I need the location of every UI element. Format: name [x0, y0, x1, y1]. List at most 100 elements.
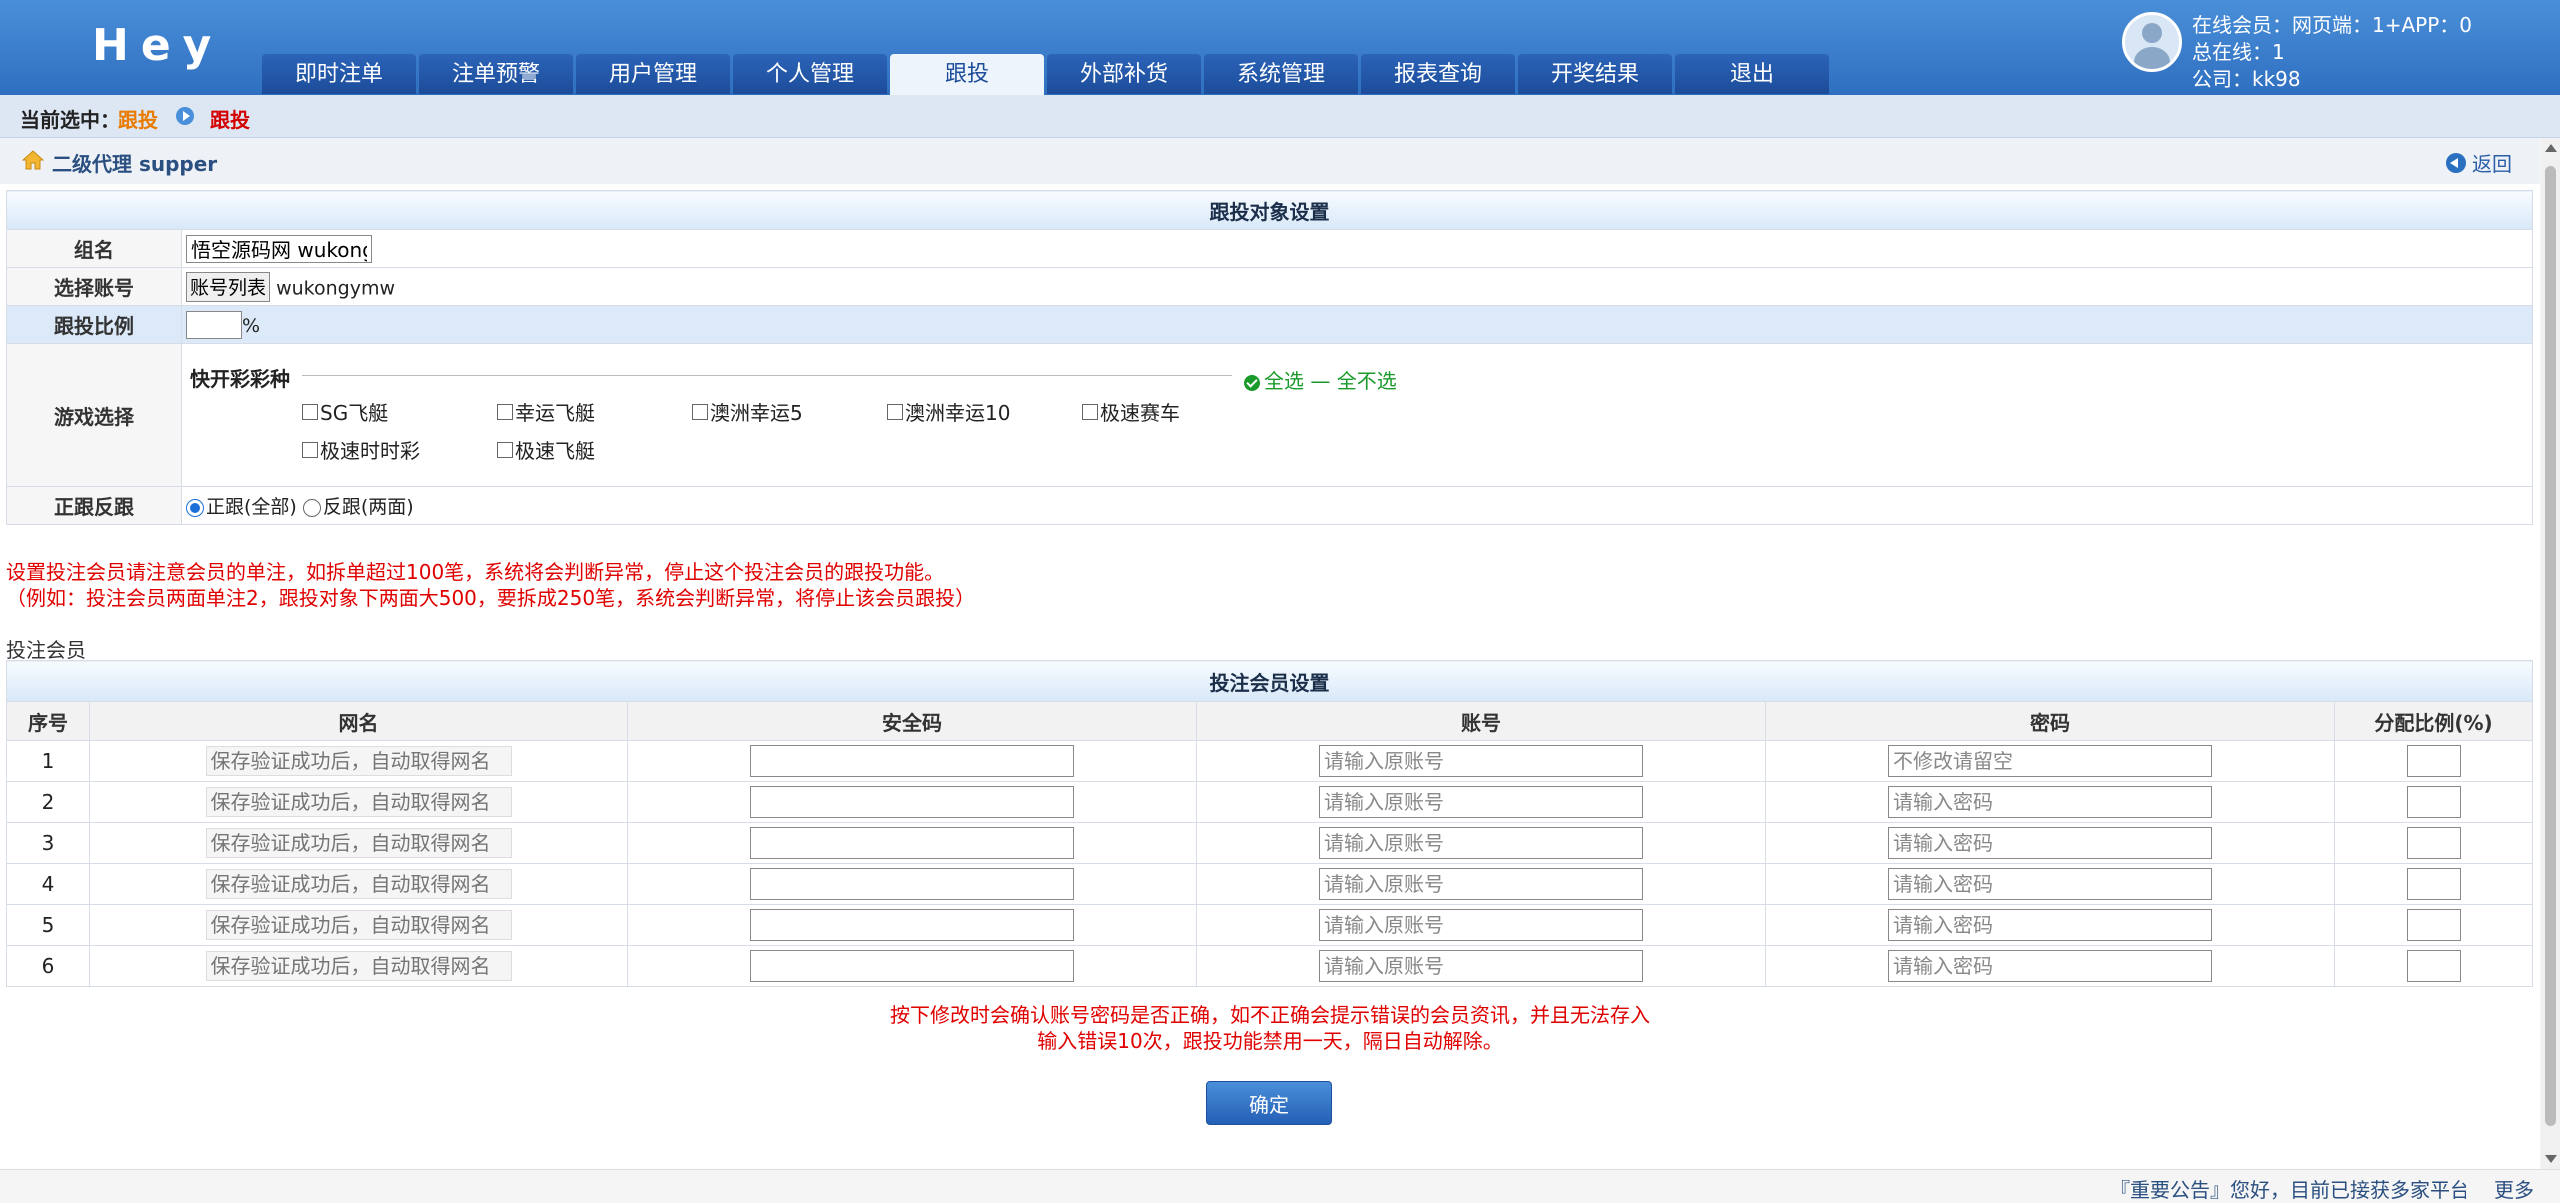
- security-code-input[interactable]: [750, 786, 1074, 818]
- share-ratio-input[interactable]: [2406, 909, 2461, 941]
- tab-user-management[interactable]: 用户管理: [576, 54, 730, 94]
- nickname-field: [205, 951, 512, 981]
- checkbox[interactable]: [692, 403, 708, 420]
- tab-reports[interactable]: 报表查询: [1361, 54, 1515, 94]
- account-input[interactable]: [1319, 950, 1643, 982]
- table-row: 5: [6, 904, 2533, 946]
- table-row: 3: [6, 822, 2533, 864]
- checkbox[interactable]: [302, 403, 318, 420]
- follow-mode-label: 正跟反跟: [6, 486, 182, 525]
- group-name-input[interactable]: [186, 234, 372, 263]
- share-ratio-input[interactable]: [2406, 745, 2461, 777]
- table-row: 1: [6, 740, 2533, 782]
- members-label: 投注会员: [6, 638, 86, 662]
- app-logo: Hey: [92, 20, 224, 71]
- section-header: 跟投对象设置: [6, 190, 2533, 230]
- warning-line-1: 按下修改时会确认账号密码是否正确，如不正确会提示错误的会员资讯，并且无法存入: [890, 1003, 1650, 1027]
- security-code-input[interactable]: [750, 950, 1074, 982]
- online-members: 在线会员：网页端：1+APP：0: [2192, 13, 2473, 37]
- col-header: 网名: [89, 701, 628, 741]
- checkbox[interactable]: [1082, 403, 1098, 420]
- game-option[interactable]: 幸运飞艇: [497, 397, 595, 426]
- password-input[interactable]: [1888, 745, 2212, 777]
- table-row: 4: [6, 863, 2533, 905]
- game-option[interactable]: 极速飞艇: [497, 435, 595, 464]
- account-input[interactable]: [1319, 745, 1643, 777]
- checkbox[interactable]: [497, 441, 513, 458]
- radio-forward[interactable]: [186, 498, 204, 517]
- account-input[interactable]: [1319, 786, 1643, 818]
- checkbox[interactable]: [887, 403, 903, 420]
- account-list-button[interactable]: 账号列表: [186, 271, 271, 302]
- tab-draw-results[interactable]: 开奖结果: [1518, 54, 1672, 94]
- page-title: 二级代理 supper: [52, 152, 218, 176]
- scrollbar-thumb[interactable]: [2545, 166, 2556, 1126]
- tab-system[interactable]: 系统管理: [1204, 54, 1358, 94]
- row-number: 3: [6, 822, 90, 864]
- total-online: 总在线：1: [2192, 40, 2285, 64]
- ratio-input[interactable]: [186, 310, 242, 339]
- share-ratio-input[interactable]: [2406, 950, 2461, 982]
- main-nav: 即时注单 注单预警 用户管理 个人管理 跟投 外部补货 系统管理 报表查询 开奖…: [262, 54, 1832, 96]
- top-header: Hey 即时注单 注单预警 用户管理 个人管理 跟投 外部补货 系统管理 报表查…: [0, 0, 2560, 96]
- divider: [302, 375, 1232, 376]
- back-button[interactable]: 返回: [2446, 148, 2512, 177]
- security-code-input[interactable]: [750, 745, 1074, 777]
- share-ratio-input[interactable]: [2406, 868, 2461, 900]
- security-code-input[interactable]: [750, 827, 1074, 859]
- game-option[interactable]: 极速时时彩: [302, 435, 420, 464]
- account-input[interactable]: [1319, 868, 1643, 900]
- home-icon: [22, 150, 44, 170]
- checkbox[interactable]: [497, 403, 513, 420]
- breadcrumb-item-1[interactable]: 跟投: [118, 104, 158, 133]
- tab-follow-bet[interactable]: 跟投: [890, 54, 1044, 96]
- game-option[interactable]: 澳洲幸运5: [692, 397, 803, 426]
- account-input[interactable]: [1319, 827, 1643, 859]
- breadcrumb-item-2: 跟投: [210, 108, 250, 132]
- password-input[interactable]: [1888, 827, 2212, 859]
- vertical-scrollbar[interactable]: [2541, 138, 2560, 1169]
- row-number: 1: [6, 740, 90, 782]
- account-input[interactable]: [1319, 909, 1643, 941]
- share-ratio-input[interactable]: [2406, 827, 2461, 859]
- tab-external-restock[interactable]: 外部补货: [1047, 54, 1201, 94]
- radio-reverse[interactable]: [302, 498, 321, 517]
- tab-logout[interactable]: 退出: [1675, 54, 1829, 94]
- tab-instant-bets[interactable]: 即时注单: [262, 54, 416, 94]
- page-title-bar: 二级代理 supper 返回: [0, 138, 2540, 184]
- group-name-label: 组名: [6, 229, 182, 268]
- game-section-title: 快开彩彩种: [190, 367, 290, 391]
- col-header: 分配比例(%): [2334, 701, 2533, 741]
- table-row: 6: [6, 945, 2533, 987]
- game-option[interactable]: 极速赛车: [1082, 397, 1180, 426]
- security-code-input[interactable]: [750, 868, 1074, 900]
- chevron-right-icon: [176, 107, 194, 125]
- check-circle-icon: [1244, 374, 1260, 391]
- password-input[interactable]: [1888, 950, 2212, 982]
- password-input[interactable]: [1888, 909, 2212, 941]
- account-value: wukongymw: [276, 277, 395, 299]
- nickname-field: [205, 787, 512, 817]
- members-section-header: 投注会员设置: [6, 660, 2533, 702]
- share-ratio-input[interactable]: [2406, 786, 2461, 818]
- company-name: 公司：kk98: [2192, 67, 2301, 91]
- scroll-down-icon[interactable]: [2545, 1155, 2557, 1163]
- back-arrow-icon: [2446, 152, 2466, 173]
- password-input[interactable]: [1888, 786, 2212, 818]
- game-option[interactable]: 澳洲幸运10: [887, 397, 1010, 426]
- user-info: 在线会员：网页端：1+APP：0 总在线：1 公司：kk98: [2122, 12, 2472, 93]
- security-code-input[interactable]: [750, 909, 1074, 941]
- checkbox[interactable]: [302, 441, 318, 458]
- tab-bet-warning[interactable]: 注单预警: [419, 54, 573, 94]
- password-input[interactable]: [1888, 868, 2212, 900]
- select-all-link[interactable]: 全选: [1264, 369, 1304, 393]
- tab-personal[interactable]: 个人管理: [733, 54, 887, 94]
- breadcrumb-label: 当前选中：: [20, 108, 120, 132]
- scroll-up-icon[interactable]: [2545, 144, 2557, 152]
- members-table: 投注会员设置 序号 网名 安全码 账号 密码 分配比例(%) 1 2 3: [6, 660, 2533, 987]
- select-none-link[interactable]: 全不选: [1337, 369, 1397, 393]
- confirm-button[interactable]: 确定: [1206, 1081, 1332, 1125]
- game-select-label: 游戏选择: [6, 343, 182, 487]
- game-option[interactable]: SG飞艇: [302, 397, 388, 426]
- row-number: 2: [6, 781, 90, 823]
